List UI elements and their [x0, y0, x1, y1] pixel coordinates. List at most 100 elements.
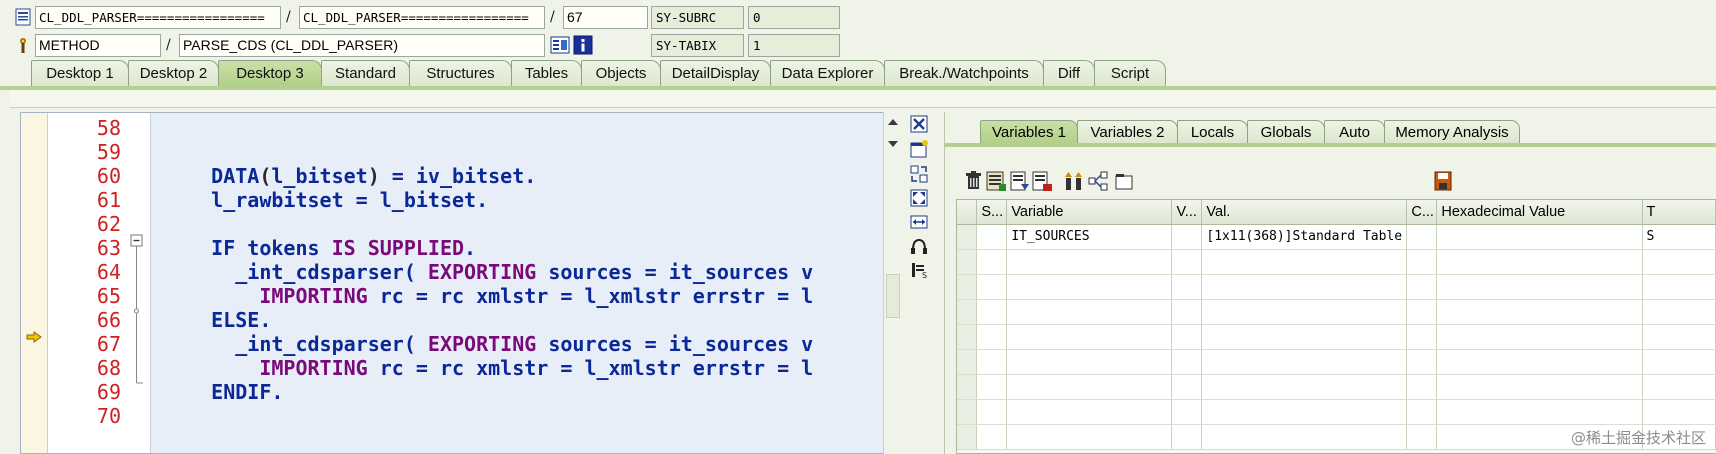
tab-variables-1[interactable]: Variables 1 [980, 120, 1078, 144]
document-icon[interactable] [14, 8, 32, 26]
display-object-icon[interactable] [550, 35, 570, 55]
tab-structures[interactable]: Structures [409, 60, 512, 87]
code-line[interactable]: DATA(l_bitset) = iv_bitset. [163, 163, 536, 189]
table-cell[interactable] [976, 224, 1008, 250]
table-row[interactable] [957, 249, 1716, 275]
column-header-change[interactable]: C... [1406, 200, 1438, 225]
sysvar1-value-field[interactable]: 0 [748, 6, 840, 29]
services-icon[interactable] [909, 236, 929, 256]
include-field[interactable]: CL_DDL_PARSER================= [299, 6, 545, 29]
column-header-status[interactable]: S... [976, 200, 1008, 225]
table-cell[interactable] [1406, 299, 1438, 325]
save-icon[interactable] [1432, 170, 1454, 192]
table-cell[interactable] [1006, 399, 1173, 425]
event-type-field[interactable]: METHOD [35, 34, 161, 57]
table-cell[interactable] [1406, 324, 1438, 350]
program-field[interactable]: CL_DDL_PARSER================= [35, 6, 281, 29]
tab-memory-analysis[interactable]: Memory Analysis [1384, 120, 1520, 144]
table-cell[interactable] [1642, 324, 1716, 350]
navigate-icon[interactable] [1087, 170, 1109, 192]
source-code-editor[interactable]: 58 59 60 61 62 63 64 65 66 67 68 69 70 DATA(l_bitset… [20, 112, 902, 454]
tab-desktop-1[interactable]: Desktop 1 [31, 60, 129, 87]
table-cell[interactable] [1171, 374, 1203, 400]
tab-objects[interactable]: Objects [581, 60, 661, 87]
table-cell[interactable] [1006, 374, 1173, 400]
table-cell[interactable] [1201, 349, 1408, 375]
breakpoint-gutter[interactable] [21, 113, 48, 453]
table-cell[interactable] [1436, 399, 1643, 425]
open-icon[interactable] [1113, 170, 1135, 192]
table-cell[interactable] [1201, 249, 1408, 275]
table-cell[interactable] [976, 374, 1008, 400]
table-cell[interactable] [976, 274, 1008, 300]
table-cell[interactable] [1436, 349, 1643, 375]
table-cell[interactable] [1406, 424, 1438, 450]
table-cell[interactable] [1436, 274, 1643, 300]
code-line[interactable]: _int_cdsparser( EXPORTING sources = it_s… [163, 331, 813, 357]
code-line[interactable]: ELSE. [163, 307, 271, 333]
table-cell[interactable] [1201, 274, 1408, 300]
table-cell[interactable] [1406, 274, 1438, 300]
table-cell[interactable] [1006, 299, 1173, 325]
sysvar2-name-field[interactable]: SY-TABIX [651, 34, 744, 57]
table-cell[interactable] [1436, 299, 1643, 325]
table-cell[interactable] [1436, 374, 1643, 400]
table-cell[interactable] [976, 349, 1008, 375]
export-variables-icon[interactable] [1031, 170, 1053, 192]
table-cell[interactable] [1006, 274, 1173, 300]
table-cell[interactable] [1406, 374, 1438, 400]
tab-locals[interactable]: Locals [1177, 120, 1248, 144]
code-line[interactable]: IF tokens IS SUPPLIED. [163, 235, 476, 261]
table-cell[interactable] [1642, 374, 1716, 400]
maximize-icon[interactable] [909, 188, 929, 208]
table-cell[interactable] [1201, 374, 1408, 400]
row-selector[interactable] [957, 399, 978, 425]
table-cell[interactable] [1171, 249, 1203, 275]
table-settings-icon[interactable] [985, 170, 1007, 192]
table-cell[interactable] [1406, 399, 1438, 425]
table-cell[interactable] [976, 299, 1008, 325]
code-line[interactable]: IMPORTING rc = rc xmlstr = l_xmlstr errs… [163, 283, 813, 309]
sort-icon[interactable] [1063, 170, 1085, 192]
import-variables-icon[interactable] [1009, 170, 1031, 192]
table-cell[interactable] [1201, 299, 1408, 325]
table-cell[interactable] [1406, 224, 1438, 250]
editor-vertical-scrollbar[interactable] [883, 112, 902, 454]
table-cell[interactable] [1171, 324, 1203, 350]
scroll-up-icon[interactable] [887, 118, 899, 126]
table-cell[interactable] [976, 249, 1008, 275]
table-cell[interactable] [1006, 424, 1173, 450]
line-number-field[interactable]: 67 [563, 6, 648, 29]
table-row[interactable] [957, 299, 1716, 325]
sysvar2-value-field[interactable]: 1 [748, 34, 840, 57]
code-line[interactable]: ENDIF. [163, 379, 283, 405]
code-line[interactable]: _int_cdsparser( EXPORTING sources = it_s… [163, 259, 813, 285]
table-cell[interactable] [1171, 424, 1203, 450]
table-cell[interactable] [1642, 274, 1716, 300]
row-selector[interactable] [957, 224, 978, 250]
table-cell[interactable] [1406, 249, 1438, 275]
table-cell[interactable] [1201, 424, 1408, 450]
table-cell[interactable] [1406, 349, 1438, 375]
table-cell[interactable] [976, 424, 1008, 450]
table-cell[interactable] [1171, 399, 1203, 425]
tab-variables-2[interactable]: Variables 2 [1077, 120, 1178, 144]
table-row[interactable]: IT_SOURCES [1x11(368)]Standard Table S [957, 224, 1716, 250]
code-line[interactable]: IMPORTING rc = rc xmlstr = l_xmlstr errs… [163, 355, 813, 381]
row-selector[interactable] [957, 349, 978, 375]
tab-data-explorer[interactable]: Data Explorer [770, 60, 885, 87]
table-cell[interactable] [1642, 249, 1716, 275]
scroll-thumb[interactable] [886, 274, 900, 318]
table-cell[interactable] [1006, 249, 1173, 275]
row-selector[interactable] [957, 299, 978, 325]
table-cell[interactable] [1436, 249, 1643, 275]
column-header-hex-value[interactable]: Hexadecimal Value [1436, 200, 1643, 225]
table-cell[interactable] [1171, 274, 1203, 300]
info-icon[interactable] [573, 35, 593, 55]
delete-icon[interactable] [963, 170, 985, 192]
table-cell[interactable] [1436, 224, 1643, 250]
code-area[interactable]: DATA(l_bitset) = iv_bitset. l_rawbitset … [151, 113, 901, 453]
table-cell[interactable] [1006, 324, 1173, 350]
table-cell[interactable]: [1x11(368)]Standard Table [1201, 224, 1408, 250]
tab-globals[interactable]: Globals [1247, 120, 1325, 144]
